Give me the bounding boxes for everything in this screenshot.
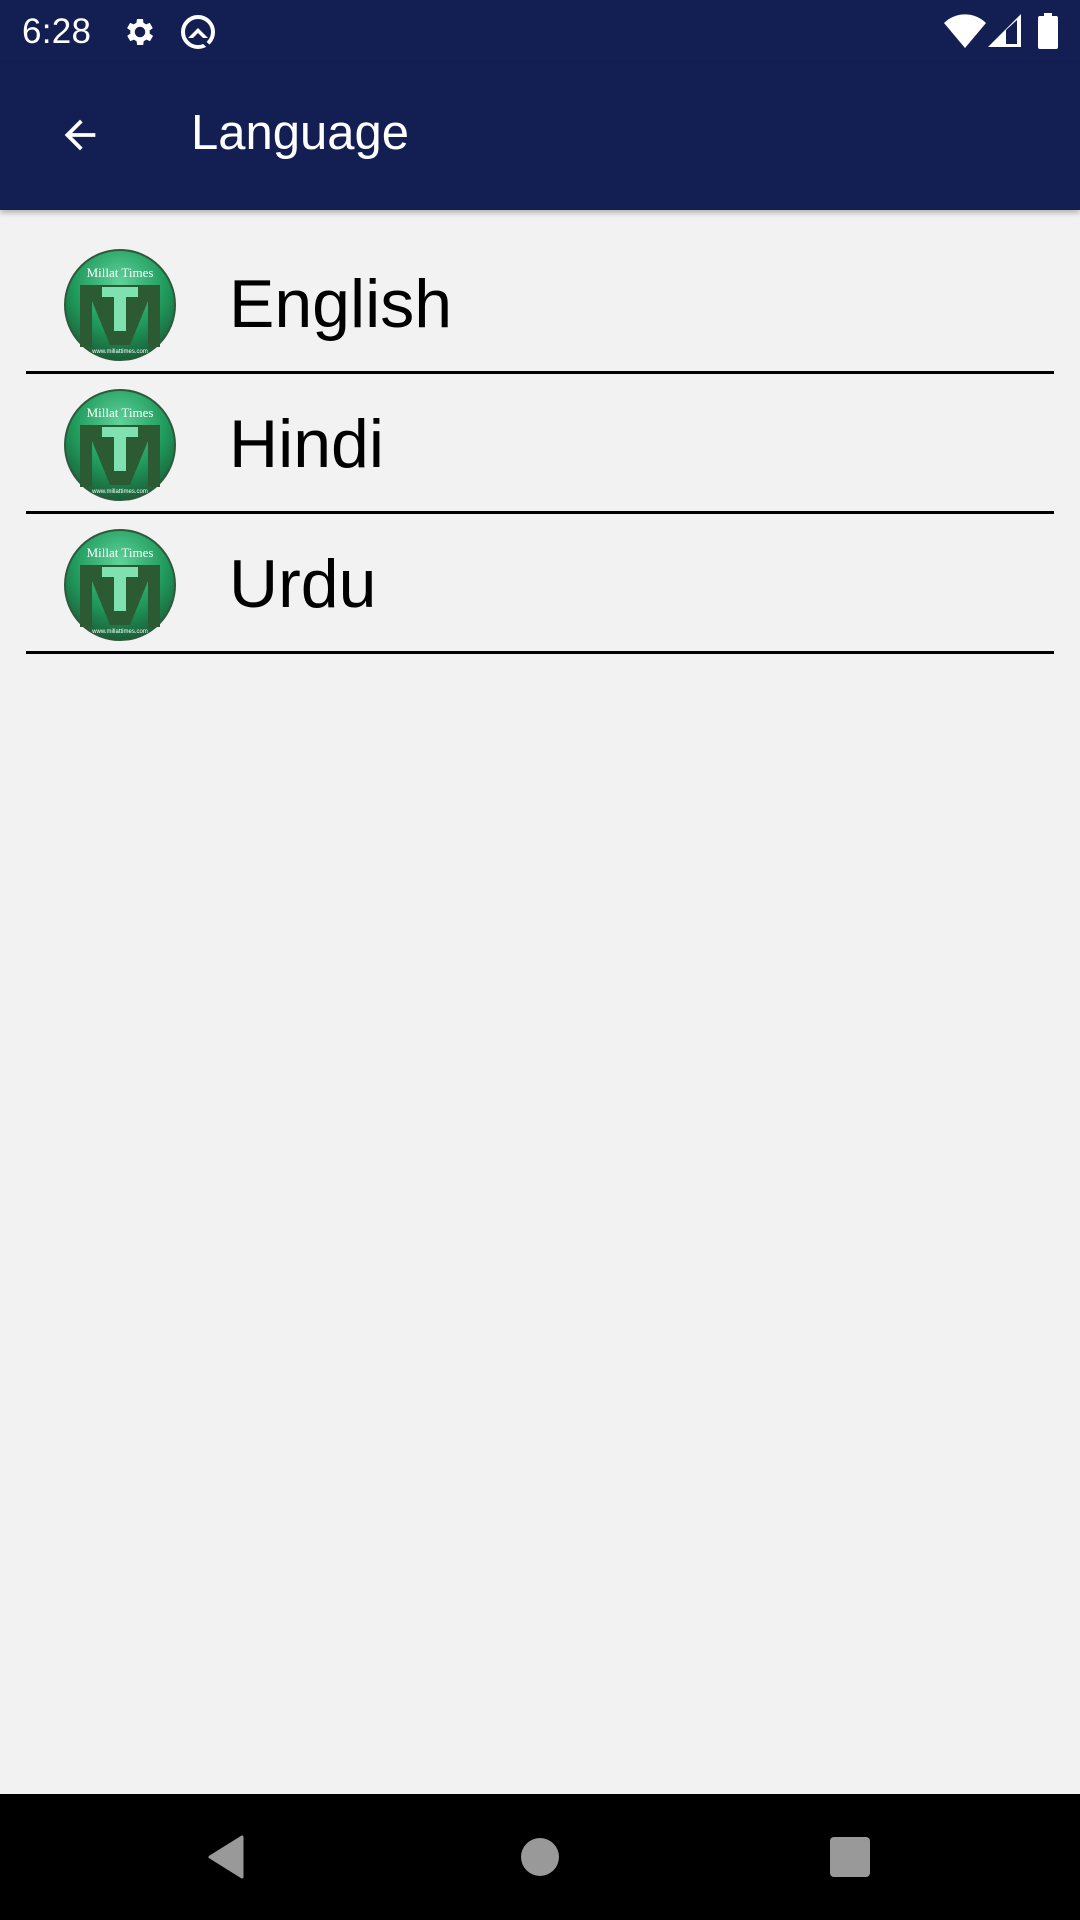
svg-text:Millat Times: Millat Times [87,405,154,420]
language-label: Hindi [229,406,384,482]
battery-icon [1038,13,1058,49]
nav-home-button[interactable] [510,1832,570,1882]
language-item-english[interactable]: Millat Times www.millattimes.com English [26,234,1054,374]
system-nav-bar [0,1794,1080,1920]
millat-times-logo-icon: Millat Times www.millattimes.com [64,529,176,641]
language-item-hindi[interactable]: Millat Times www.millattimes.com Hindi [26,374,1054,514]
status-time: 6:28 [22,12,92,51]
app-bar: Language [0,63,1080,210]
arrow-left-icon [64,119,96,151]
language-item-urdu[interactable]: Millat Times www.millattimes.com Urdu [26,514,1054,654]
status-bar: 6:28 [0,0,1080,63]
millat-times-logo-icon: Millat Times www.millattimes.com [64,249,176,361]
svg-text:www.millattimes.com: www.millattimes.com [91,629,148,635]
page-title: Language [191,106,410,160]
back-triangle-icon [208,1835,244,1879]
nav-back-button[interactable] [196,1832,256,1882]
millat-times-logo-icon: Millat Times www.millattimes.com [64,389,176,501]
svg-text:www.millattimes.com: www.millattimes.com [91,489,148,495]
back-button[interactable] [40,95,120,175]
signal-icon [988,14,1021,47]
language-list: Millat Times www.millattimes.com English… [26,234,1054,654]
svg-text:Millat Times: Millat Times [87,545,154,560]
nav-recents-button[interactable] [820,1832,880,1882]
svg-text:www.millattimes.com: www.millattimes.com [91,349,148,355]
gear-icon [127,18,154,46]
language-label: Urdu [229,546,377,622]
language-label: English [229,266,453,342]
recents-square-icon [830,1837,870,1877]
svg-text:Millat Times: Millat Times [87,265,154,280]
home-circle-icon [521,1838,559,1876]
q-icon [181,15,215,51]
wifi-icon [944,14,986,48]
